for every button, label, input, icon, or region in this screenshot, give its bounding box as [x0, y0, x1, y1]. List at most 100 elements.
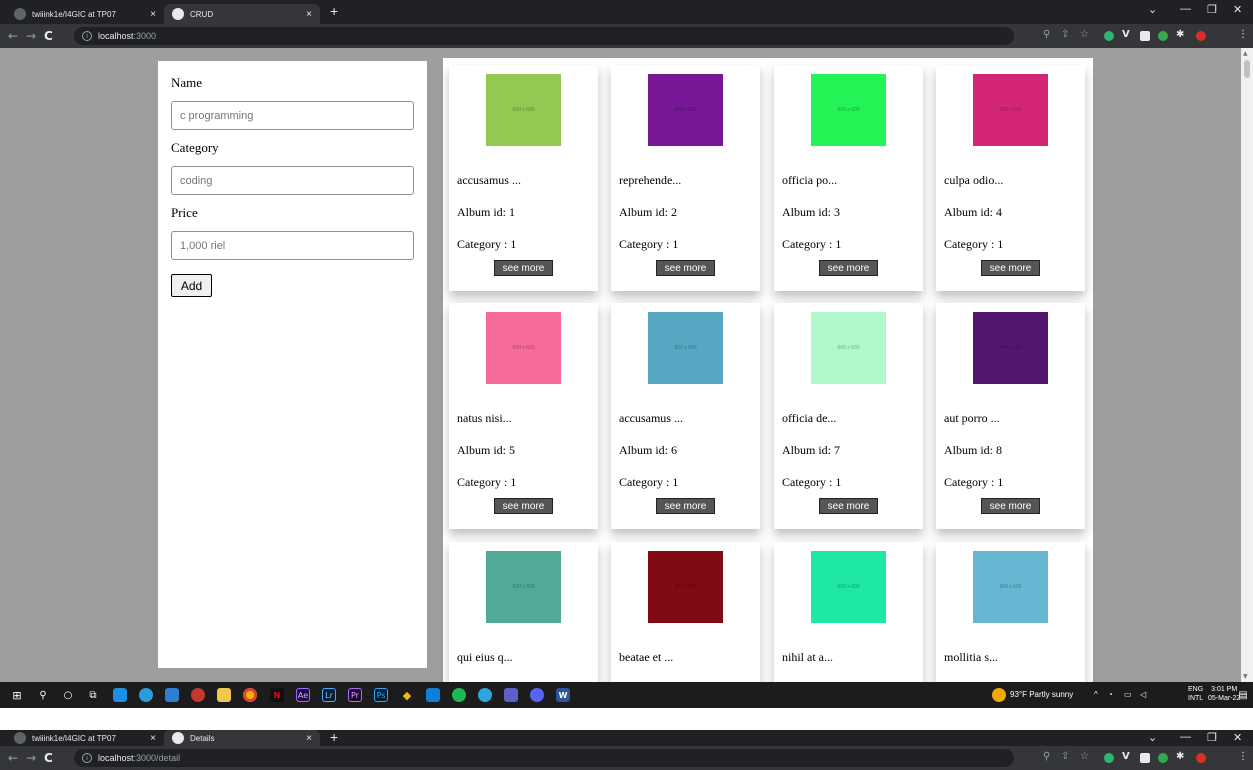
back-button[interactable]: ←	[8, 29, 18, 43]
file-explorer-icon[interactable]	[217, 688, 231, 702]
minimize-button[interactable]: —	[1180, 731, 1191, 743]
see-more-button[interactable]: see more	[981, 498, 1040, 514]
edge-icon[interactable]	[139, 688, 153, 702]
album-thumbnail: 600 x 600	[486, 312, 561, 384]
extension-v-icon[interactable]: V	[1122, 29, 1130, 40]
tab-close-icon[interactable]: ×	[306, 733, 312, 744]
album-card: 600 x 600 mollitia s...	[936, 542, 1085, 682]
extension-box-icon[interactable]	[1140, 753, 1150, 763]
extension-leaf-icon[interactable]	[1158, 31, 1168, 41]
tab-details[interactable]: Details ×	[164, 730, 320, 746]
see-more-button[interactable]: see more	[819, 498, 878, 514]
tab-github[interactable]: twiiink1e/I4GIC at TP07 ×	[6, 4, 164, 24]
windows-start-icon[interactable]: ⊞	[10, 688, 24, 702]
menu-kebab-icon[interactable]: ⋮	[1238, 29, 1248, 40]
forward-button[interactable]: →	[26, 29, 36, 43]
netflix-icon[interactable]: N	[270, 688, 284, 702]
site-info-icon[interactable]: i	[82, 753, 92, 763]
notification-icon[interactable]: ▤	[1236, 688, 1250, 702]
weather-text[interactable]: 93°F Partly sunny	[1010, 690, 1073, 699]
lightroom-icon[interactable]: Lr	[322, 688, 336, 702]
search-icon[interactable]: ⚲	[36, 688, 50, 702]
category-input[interactable]	[171, 166, 414, 195]
scrollbar-thumb[interactable]	[1244, 60, 1250, 78]
extensions-puzzle-icon[interactable]: ✱	[1176, 29, 1184, 40]
zoom-icon[interactable]: ⚲	[1043, 751, 1050, 762]
extension-green-icon[interactable]	[1104, 31, 1114, 41]
new-tab-button[interactable]: +	[330, 3, 338, 19]
bookmark-star-icon[interactable]: ☆	[1080, 29, 1089, 40]
menu-kebab-icon[interactable]: ⋮	[1238, 751, 1248, 762]
name-input[interactable]	[171, 101, 414, 130]
back-button[interactable]: ←	[8, 751, 18, 765]
close-window-button[interactable]: ✕	[1233, 731, 1242, 744]
reload-button[interactable]: C	[44, 29, 53, 43]
cortana-icon[interactable]: ○	[61, 688, 75, 702]
tab-close-icon[interactable]: ×	[150, 733, 156, 744]
chrome-icon[interactable]	[243, 688, 257, 702]
see-more-button[interactable]: see more	[494, 498, 553, 514]
extension-box-icon[interactable]	[1140, 31, 1150, 41]
maximize-button[interactable]: ❐	[1207, 3, 1217, 16]
new-tab-button[interactable]: +	[330, 730, 338, 745]
close-window-button[interactable]: ✕	[1233, 3, 1242, 16]
tab-close-icon[interactable]: ×	[306, 9, 312, 20]
zoom-icon[interactable]: ⚲	[1043, 29, 1050, 40]
minimize-button[interactable]: —	[1180, 3, 1191, 15]
album-thumbnail: 600 x 600	[648, 551, 723, 623]
tab-search-icon[interactable]: ⌄	[1148, 3, 1157, 16]
address-bar[interactable]: i localhost:3000	[74, 27, 1014, 45]
teams-icon[interactable]	[504, 688, 518, 702]
see-more-button[interactable]: see more	[656, 498, 715, 514]
page-scrollbar[interactable]: ▲ ▼	[1241, 48, 1253, 682]
url-path: :3000	[133, 31, 157, 41]
extensions-puzzle-icon[interactable]: ✱	[1176, 751, 1184, 762]
profile-avatar-icon[interactable]	[1196, 753, 1206, 763]
see-more-button[interactable]: see more	[494, 260, 553, 276]
volume-icon[interactable]: ◁	[1140, 690, 1146, 699]
see-more-button[interactable]: see more	[981, 260, 1040, 276]
address-bar[interactable]: i localhost:3000/detail	[74, 749, 1014, 767]
add-button[interactable]: Add	[171, 274, 212, 297]
extension-green-icon[interactable]	[1104, 753, 1114, 763]
maximize-button[interactable]: ❐	[1207, 731, 1217, 744]
album-category: Category : 1	[457, 475, 517, 489]
reload-button[interactable]: C	[44, 751, 53, 765]
word-icon[interactable]: W	[556, 688, 570, 702]
site-info-icon[interactable]: i	[82, 31, 92, 41]
tab-title: twiiink1e/I4GIC at TP07	[32, 9, 116, 19]
bookmark-star-icon[interactable]: ☆	[1080, 751, 1089, 762]
after-effects-icon[interactable]: Ae	[296, 688, 310, 702]
mail-icon[interactable]	[113, 688, 127, 702]
telegram-icon[interactable]	[478, 688, 492, 702]
battery-icon[interactable]: ▭	[1124, 690, 1132, 699]
album-card: 600 x 600 nihil at a...	[774, 542, 923, 682]
scroll-up-icon[interactable]: ▲	[1243, 50, 1248, 57]
price-input[interactable]	[171, 231, 414, 260]
binance-icon[interactable]: ◆	[400, 688, 414, 702]
discord-icon[interactable]	[530, 688, 544, 702]
see-more-button[interactable]: see more	[819, 260, 878, 276]
extension-leaf-icon[interactable]	[1158, 753, 1168, 763]
language-indicator[interactable]: ENG INTL	[1188, 685, 1203, 703]
tab-crud[interactable]: CRUD ×	[164, 4, 320, 24]
see-more-button[interactable]: see more	[656, 260, 715, 276]
premiere-icon[interactable]: Pr	[348, 688, 362, 702]
app-red-icon[interactable]	[191, 688, 205, 702]
forward-button[interactable]: →	[26, 751, 36, 765]
tab-search-icon[interactable]: ⌄	[1148, 731, 1157, 744]
profile-avatar-icon[interactable]	[1196, 31, 1206, 41]
wifi-icon[interactable]: ◔	[1108, 690, 1113, 699]
spotify-icon[interactable]	[452, 688, 466, 702]
scroll-down-icon[interactable]: ▼	[1243, 673, 1248, 680]
vscode-icon[interactable]	[426, 688, 440, 702]
extension-v-icon[interactable]: V	[1122, 751, 1130, 762]
tab-github[interactable]: twiiink1e/I4GIC at TP07 ×	[6, 730, 164, 746]
photoshop-icon[interactable]: Ps	[374, 688, 388, 702]
store-icon[interactable]	[165, 688, 179, 702]
tab-close-icon[interactable]: ×	[150, 9, 156, 20]
share-icon[interactable]: ⇪	[1061, 29, 1069, 40]
share-icon[interactable]: ⇪	[1061, 751, 1069, 762]
task-view-icon[interactable]: ⧉	[86, 688, 100, 702]
tray-chevron-icon[interactable]: ^	[1094, 690, 1098, 699]
